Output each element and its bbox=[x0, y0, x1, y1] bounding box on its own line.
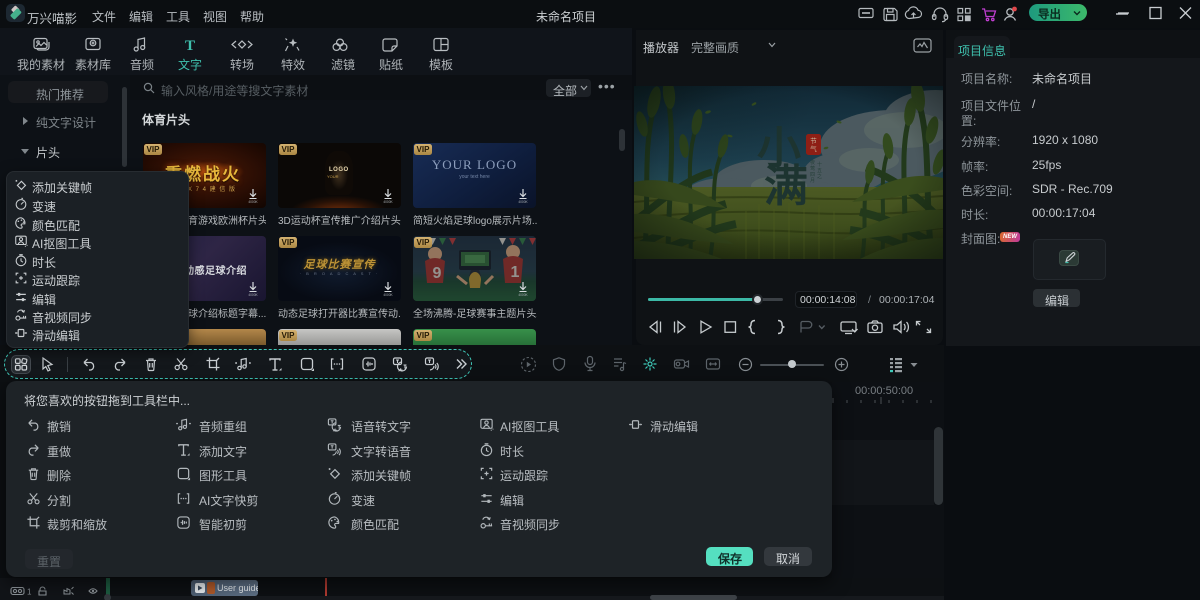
svg-text:T: T bbox=[185, 38, 195, 54]
svg-text:1: 1 bbox=[27, 588, 32, 597]
